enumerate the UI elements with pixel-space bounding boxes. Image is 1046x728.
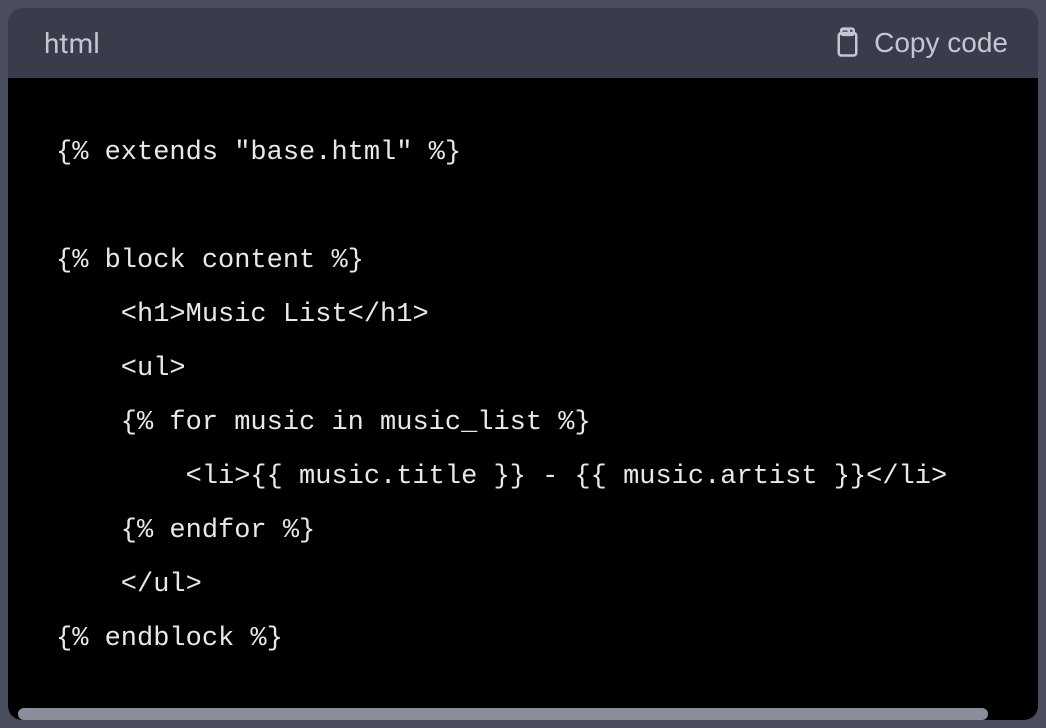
language-label: html (44, 27, 100, 60)
copy-code-label: Copy code (874, 27, 1008, 59)
code-content: {% extends "base.html" %} {% block conte… (56, 126, 1038, 666)
code-area[interactable]: {% extends "base.html" %} {% block conte… (8, 78, 1038, 720)
horizontal-scrollbar-thumb[interactable] (18, 708, 988, 720)
code-block-container: html Copy code {% extends "base.html" %}… (8, 8, 1038, 720)
code-header: html Copy code (8, 8, 1038, 78)
copy-code-button[interactable]: Copy code (830, 26, 1008, 60)
horizontal-scrollbar-track[interactable] (18, 708, 1028, 720)
clipboard-icon (830, 26, 860, 60)
